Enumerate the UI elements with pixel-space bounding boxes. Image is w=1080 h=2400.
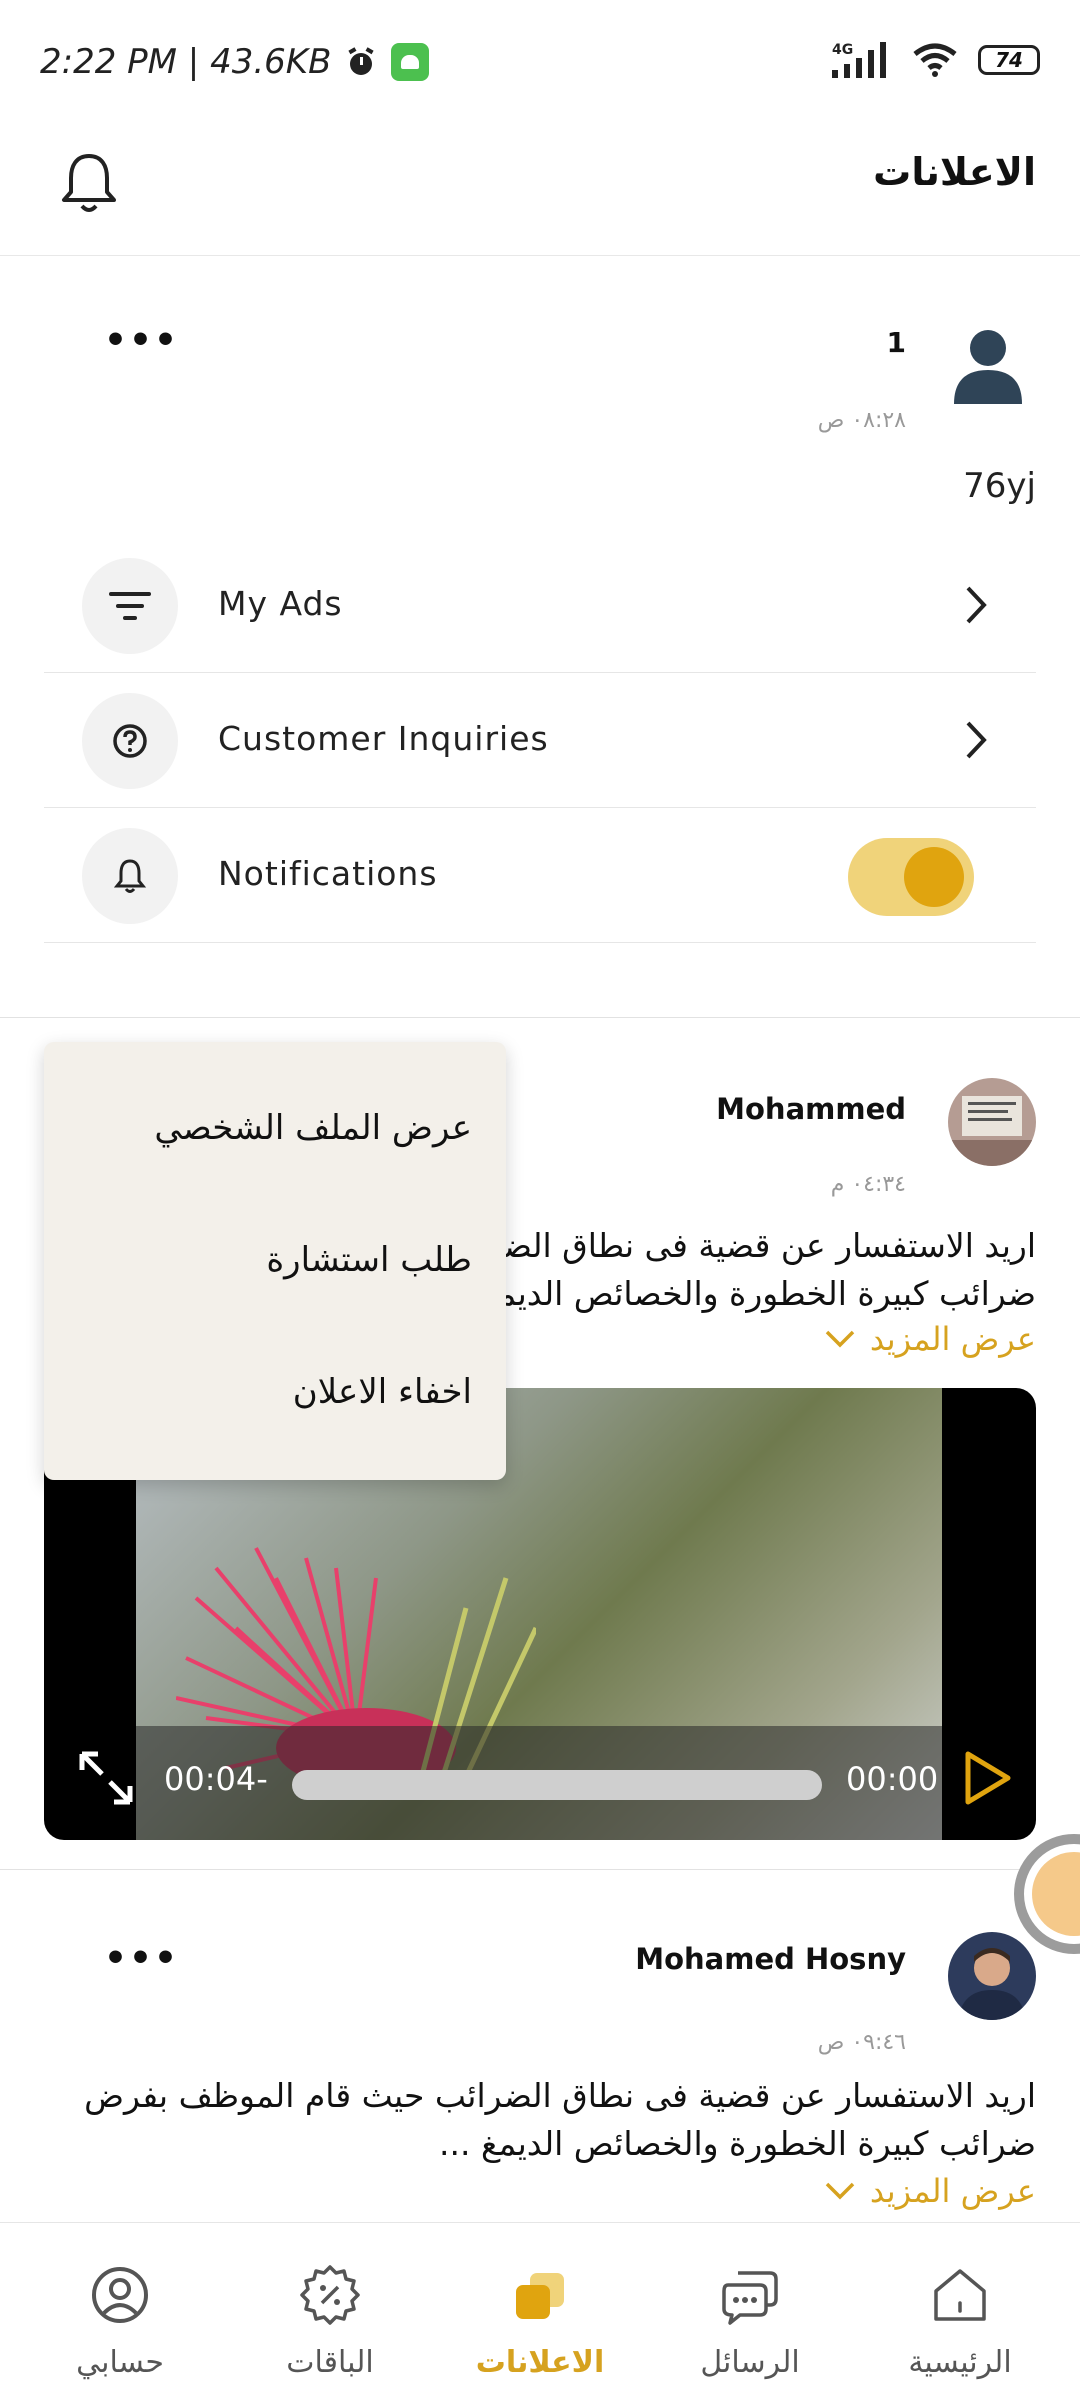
video-seek-bar[interactable] — [292, 1770, 822, 1800]
svg-text:4G: 4G — [832, 42, 853, 58]
battery-indicator: 74 — [978, 45, 1040, 75]
play-icon[interactable] — [962, 1750, 1014, 1806]
nav-item-messages[interactable]: الرسائل — [642, 2223, 858, 2400]
chat-icon — [722, 2271, 778, 2325]
post-time: ٠٩:٤٦ ص — [817, 2030, 906, 2055]
menu-label: My Ads — [218, 584, 343, 623]
post-body: اريد الاستفسار عن قضية فى نطاق الضرائب ح… — [36, 2072, 1036, 2168]
bell-icon — [113, 859, 147, 893]
card-text: 76yj — [963, 466, 1036, 506]
avatar[interactable] — [946, 320, 1030, 404]
home-icon — [934, 2269, 986, 2321]
menu-item-view-profile[interactable]: عرض الملف الشخصي — [154, 1108, 472, 1148]
video-remaining-time: 00:04- — [164, 1760, 268, 1798]
nav-item-home[interactable]: الرئيسية — [852, 2223, 1068, 2400]
avatar[interactable] — [948, 1078, 1036, 1166]
post-options-menu: عرض الملف الشخصي طلب استشارة اخفاء الاعل… — [44, 1042, 506, 1480]
nav-item-ads[interactable]: الاعلانات — [432, 2223, 648, 2400]
menu-item-request-consultation[interactable]: طلب استشارة — [266, 1240, 472, 1280]
menu-item-customer-inquiries[interactable]: Customer Inquiries — [44, 673, 1036, 808]
status-bar: 2:22 PM | 43.6KB 4G 74 — [0, 0, 1080, 120]
post-card: Mohamed Hosny ••• ٠٩:٤٦ ص اريد الاستفسار… — [0, 1872, 1080, 2222]
nav-item-packages[interactable]: الباقات — [222, 2223, 438, 2400]
status-left: 2:22 PM | 43.6KB — [40, 42, 430, 82]
menu-icon-wrap — [82, 828, 178, 924]
toggle-knob — [904, 847, 964, 907]
question-icon — [113, 724, 147, 758]
bottom-navigation: حسابي الباقات الاعلانات الرسائل الرئيسية — [0, 2222, 1080, 2400]
app-header: الاعلانات — [0, 120, 1080, 256]
bell-icon[interactable] — [54, 148, 124, 218]
chevron-right-icon — [966, 721, 987, 759]
user-name: Mohamed Hosny — [635, 1942, 906, 1976]
nav-label: الرئيسية — [908, 2345, 1012, 2380]
android-app-icon — [391, 43, 430, 81]
notifications-toggle[interactable] — [848, 838, 974, 916]
more-options-icon[interactable]: ••• — [104, 320, 179, 361]
filter-icon — [109, 592, 151, 620]
ads-icon — [516, 2273, 564, 2319]
discount-icon — [300, 2265, 360, 2325]
user-icon — [92, 2267, 148, 2323]
wifi-icon — [913, 43, 957, 77]
nav-label: الباقات — [286, 2345, 374, 2380]
menu-icon-wrap — [82, 558, 178, 654]
status-right: 4G 74 — [830, 40, 1040, 80]
alarm-icon — [348, 47, 374, 75]
menu-item-notifications: Notifications — [44, 808, 1036, 943]
nav-item-account[interactable]: حسابي — [12, 2223, 228, 2400]
chevron-down-icon — [825, 2182, 855, 2200]
post-line: ضرائب كبيرة الخطورة والخصائص الديمغ ... — [438, 2124, 1036, 2163]
fullscreen-icon[interactable] — [74, 1746, 138, 1810]
nav-label: الرسائل — [700, 2345, 800, 2380]
menu-item-my-ads[interactable]: My Ads — [44, 538, 1036, 673]
page-title: الاعلانات — [873, 150, 1036, 194]
nav-label: حسابي — [76, 2345, 164, 2380]
post-time: ٠٨:٢٨ ص — [817, 408, 906, 433]
avatar[interactable] — [948, 1932, 1036, 2020]
menu-label: Notifications — [218, 854, 438, 893]
chevron-right-icon — [966, 586, 987, 624]
show-more-link[interactable]: عرض المزيد — [824, 1320, 1036, 1358]
video-elapsed-time: 00:00 — [846, 1760, 939, 1798]
show-more-label: عرض المزيد — [869, 1320, 1036, 1358]
show-more-link[interactable]: عرض المزيد — [824, 2172, 1036, 2210]
post-time: ٠٤:٣٤ م — [830, 1172, 906, 1197]
user-name: Mohammed — [716, 1092, 906, 1126]
post-line: اريد الاستفسار عن قضية فى نطاق الضرائب ح… — [84, 2076, 1036, 2115]
signal-icon: 4G — [832, 42, 886, 78]
profile-card: 1 ٠٨:٢٨ ص ••• 76yj My Ads Customer Inqui… — [0, 258, 1080, 1018]
show-more-label: عرض المزيد — [869, 2172, 1036, 2210]
chevron-down-icon — [825, 1330, 855, 1348]
user-name: 1 — [886, 326, 906, 359]
menu-label: Customer Inquiries — [218, 719, 549, 758]
more-options-icon[interactable]: ••• — [104, 1938, 179, 1979]
menu-icon-wrap — [82, 693, 178, 789]
menu-item-hide-ad[interactable]: اخفاء الاعلان — [293, 1372, 472, 1412]
status-time: 2:22 PM | 43.6KB — [40, 42, 332, 82]
nav-label: الاعلانات — [475, 2345, 605, 2380]
